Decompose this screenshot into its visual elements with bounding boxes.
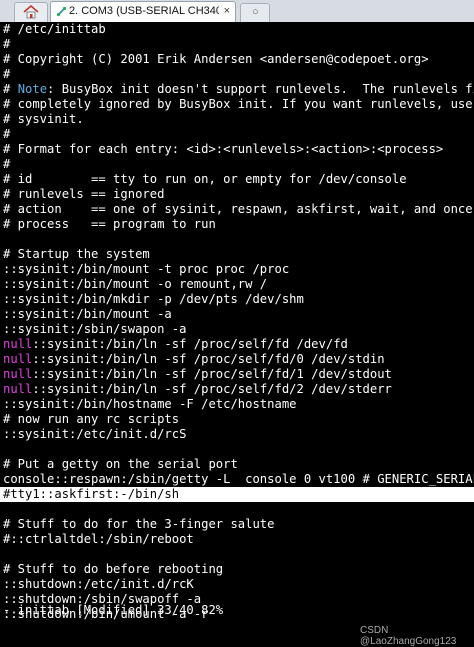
new-tab-icon: ○ <box>252 6 259 18</box>
text-line: # now run any rc scripts <box>3 412 180 426</box>
text-line: # Note: BusyBox init doesn't support run… <box>3 82 474 97</box>
terminal-screen[interactable]: # /etc/inittab # # Copyright (C) 2001 Er… <box>0 22 474 641</box>
close-tab-icon[interactable]: × <box>224 5 230 17</box>
null-keyword: null <box>3 352 33 366</box>
text-line: # <box>3 127 11 141</box>
home-tab[interactable] <box>14 2 48 22</box>
text-line: # completely ignored by BusyBox init. If… <box>3 97 473 111</box>
text-line: null::sysinit:/bin/ln -sf /proc/self/fd/… <box>3 382 392 397</box>
text-line: ::shutdown:/etc/init.d/rcK <box>3 577 194 591</box>
text-line: console::respawn:/sbin/getty -L console … <box>3 472 474 486</box>
text-line: # <box>3 157 11 171</box>
tab-bar: 2. COM3 (USB-SERIAL CH340 (CO × ○ <box>0 0 474 23</box>
text-line: ::sysinit:/bin/mount -t proc proc /proc <box>3 262 290 276</box>
text-line: # Stuff to do before rebooting <box>3 562 224 576</box>
text-line: ::sysinit:/bin/hostname -F /etc/hostname <box>3 397 297 411</box>
text-line: # <box>3 37 11 51</box>
serial-connection-icon <box>56 6 67 17</box>
null-keyword: null <box>3 367 33 381</box>
text-line: # /etc/inittab <box>3 22 106 36</box>
text-line: # <box>3 67 11 81</box>
text-line: ::sysinit:/bin/mount -o remount,rw / <box>3 277 268 291</box>
text-line: #::ctrlaltdel:/sbin/reboot <box>3 532 194 546</box>
new-tab-button[interactable]: ○ <box>240 3 270 22</box>
text-line: # Startup the system <box>3 247 150 261</box>
text-line: # Put a getty on the serial port <box>3 457 238 471</box>
text-line: ::sysinit:/etc/init.d/rcS <box>3 427 187 441</box>
line-rest: ::sysinit:/bin/ln -sf /proc/self/fd/2 /d… <box>32 382 392 396</box>
text-line: # id == tty to run on, or empty for /dev… <box>3 172 407 186</box>
home-icon <box>23 5 39 19</box>
text-line: ::sysinit:/bin/mount -a <box>3 307 172 321</box>
text-line: # Stuff to do for the 3-finger salute <box>3 517 275 531</box>
line-rest: ::sysinit:/bin/ln -sf /proc/self/fd/1 /d… <box>32 367 392 381</box>
text-line: null::sysinit:/bin/ln -sf /proc/self/fd/… <box>3 367 392 382</box>
null-keyword: null <box>3 337 33 351</box>
tab-label: 2. COM3 (USB-SERIAL CH340 (CO <box>69 5 219 17</box>
watermark: CSDN @LaoZhangGong123 <box>360 625 457 647</box>
note-text: : BusyBox init doesn't support runlevels… <box>47 82 474 96</box>
note-keyword: Note <box>17 82 48 96</box>
text-line: # Copyright (C) 2001 Erik Andersen <ande… <box>3 52 429 66</box>
text-line: ::sysinit:/sbin/swapon -a <box>3 322 187 336</box>
text-line: # action == one of sysinit, respawn, ask… <box>3 202 473 216</box>
text-line: # sysvinit. <box>3 112 84 126</box>
text-line: # runlevels == ignored <box>3 187 165 201</box>
text-line: ::sysinit:/bin/mkdir -p /dev/pts /dev/sh… <box>3 292 304 306</box>
text-line: null::sysinit:/bin/ln -sf /proc/self/fd … <box>3 337 348 352</box>
text-line: null::sysinit:/bin/ln -sf /proc/self/fd/… <box>3 352 385 367</box>
text-line: # Format for each entry: <id>:<runlevels… <box>3 142 444 156</box>
null-keyword: null <box>3 382 33 396</box>
cursor-line[interactable]: #tty1::askfirst:-/bin/sh <box>0 487 474 502</box>
line-rest: ::sysinit:/bin/ln -sf /proc/self/fd/0 /d… <box>32 352 385 366</box>
editor-status-line: - inittab [Modified] 33/40 82% <box>3 603 224 617</box>
text-line: # process == program to run <box>3 217 216 231</box>
comment-prefix: # <box>3 82 18 96</box>
tab-com3-session[interactable]: 2. COM3 (USB-SERIAL CH340 (CO × <box>50 1 236 22</box>
line-rest: ::sysinit:/bin/ln -sf /proc/self/fd /dev… <box>32 337 348 351</box>
